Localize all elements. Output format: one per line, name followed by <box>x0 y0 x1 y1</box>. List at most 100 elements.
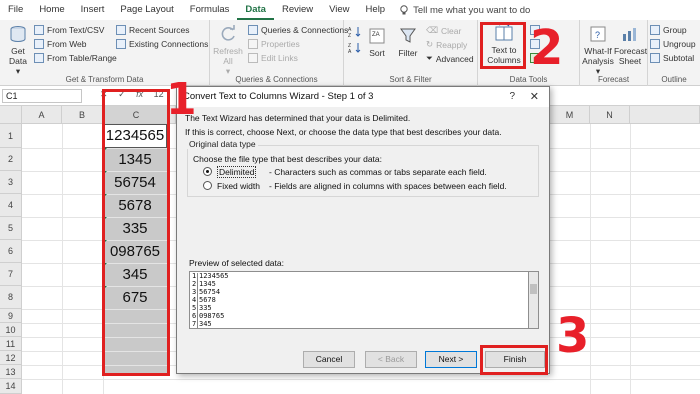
connections-icon <box>116 39 126 49</box>
get-data-button[interactable]: Get Data ▾ <box>4 24 32 76</box>
select-all-corner[interactable] <box>0 106 22 124</box>
original-data-type-label: Original data type <box>187 139 258 149</box>
tab-review[interactable]: Review <box>274 0 321 20</box>
preview-scrollbar[interactable] <box>529 271 539 329</box>
row-header-11[interactable]: 11 <box>0 337 22 351</box>
sort-button[interactable]: ZA Sort <box>366 26 388 58</box>
clear-icon: ⌫ <box>426 25 439 35</box>
filter-button[interactable]: Filter <box>396 26 420 58</box>
fixed-width-label[interactable]: Fixed width <box>217 181 260 191</box>
text-to-columns-wizard-dialog: Convert Text to Columns Wizard - Step 1 … <box>176 86 550 374</box>
group-button[interactable]: Group <box>650 25 687 35</box>
forecast-chart-icon <box>623 28 636 41</box>
column-header-a[interactable]: A <box>22 106 62 124</box>
recent-sources-button[interactable]: Recent Sources <box>116 25 189 35</box>
advanced-button[interactable]: ⏷ Advanced <box>426 53 474 64</box>
tab-home[interactable]: Home <box>31 0 72 20</box>
next-button[interactable]: Next > <box>425 351 477 368</box>
row-header-7[interactable]: 7 <box>0 263 22 286</box>
sort-za-button[interactable]: ZA <box>348 42 362 54</box>
filter-icon <box>400 28 416 43</box>
subtotal-button[interactable]: Subtotal <box>650 53 694 63</box>
from-web-button[interactable]: From Web <box>34 39 87 49</box>
forecast-sheet-button[interactable]: Forecast Sheet <box>614 24 647 66</box>
group-label-data-tools: Data Tools <box>509 75 548 84</box>
edit-links-button[interactable]: Edit Links <box>248 53 298 63</box>
column-header-m[interactable]: M <box>550 106 590 124</box>
data-preview[interactable]: 1 1234565 2 1345 3 56754 4 5678 5 335 6 098765… <box>189 271 529 329</box>
row-header-3[interactable]: 3 <box>0 171 22 194</box>
sort-az-button[interactable]: AZ <box>348 26 362 38</box>
reapply-icon: ↻ <box>426 39 434 49</box>
tab-page-layout[interactable]: Page Layout <box>112 0 181 20</box>
text-file-icon <box>34 25 44 35</box>
menu-bar: File Home Insert Page Layout Formulas Da… <box>0 0 700 20</box>
existing-connections-button[interactable]: Existing Connections <box>116 39 208 49</box>
row-header-2[interactable]: 2 <box>0 148 22 171</box>
clear-button[interactable]: ⌫ Clear <box>426 25 461 36</box>
from-text-csv-button[interactable]: From Text/CSV <box>34 25 104 35</box>
annotation-number-2: 2 <box>530 20 564 76</box>
column-header-n[interactable]: N <box>590 106 630 124</box>
queries-icon <box>248 25 258 35</box>
back-button[interactable]: < Back <box>365 351 417 368</box>
close-icon[interactable]: ✕ <box>530 87 539 107</box>
annotation-box-text-to-columns <box>480 22 526 69</box>
gridline <box>630 124 631 394</box>
group-label-queries: Queries & Connections <box>235 75 318 84</box>
name-box[interactable]: C1 <box>2 89 82 103</box>
web-icon <box>34 39 44 49</box>
sort-za-icon: ZA <box>348 43 361 54</box>
tab-insert[interactable]: Insert <box>73 0 113 20</box>
svg-text:ZA: ZA <box>372 32 380 38</box>
choose-file-type-label: Choose the file type that best describes… <box>193 154 383 164</box>
edit-links-icon <box>248 53 258 63</box>
svg-text:?: ? <box>595 30 600 40</box>
gridline <box>590 124 591 394</box>
refresh-all-button[interactable]: Refresh All ▾ <box>212 24 244 76</box>
from-table-range-button[interactable]: From Table/Range <box>34 53 117 63</box>
preview-row: 7 345 <box>192 320 212 328</box>
gridline <box>22 379 700 380</box>
row-header-13[interactable]: 13 <box>0 365 22 379</box>
tab-help[interactable]: Help <box>358 0 394 20</box>
fixed-width-radio[interactable] <box>203 181 212 190</box>
row-header-5[interactable]: 5 <box>0 217 22 240</box>
reapply-button[interactable]: ↻ Reapply <box>426 39 467 50</box>
queries-connections-button[interactable]: Queries & Connections <box>248 25 348 35</box>
ungroup-button[interactable]: Ungroup <box>650 39 696 49</box>
what-if-analysis-button[interactable]: ? What-If Analysis ▾ <box>582 24 614 76</box>
tab-data[interactable]: Data <box>237 0 274 20</box>
delimited-description: - Characters such as commas or tabs sepa… <box>269 167 487 177</box>
tell-me-box[interactable]: Tell me what you want to do <box>399 5 530 16</box>
column-header-o[interactable] <box>630 106 700 124</box>
delimited-radio[interactable] <box>203 167 212 176</box>
row-header-12[interactable]: 12 <box>0 351 22 365</box>
cancel-button[interactable]: Cancel <box>303 351 355 368</box>
tab-view[interactable]: View <box>321 0 357 20</box>
help-icon[interactable]: ? <box>509 87 515 107</box>
row-header-10[interactable]: 10 <box>0 323 22 337</box>
row-header-14[interactable]: 14 <box>0 379 22 394</box>
delimited-label: Delimited <box>217 166 257 178</box>
group-queries: Refresh All ▾ Queries & Connections Prop… <box>210 20 348 86</box>
refresh-icon <box>221 25 235 41</box>
tab-file[interactable]: File <box>0 0 31 20</box>
wizard-intro-2: If this is correct, choose Next, or choo… <box>185 127 502 137</box>
column-header-b[interactable]: B <box>62 106 103 124</box>
row-header-6[interactable]: 6 <box>0 240 22 263</box>
fixed-width-description: - Fields are aligned in columns with spa… <box>269 181 507 191</box>
annotation-box-finish <box>480 345 548 375</box>
row-header-4[interactable]: 4 <box>0 194 22 217</box>
recent-sources-icon <box>116 25 126 35</box>
annotation-box-column-c <box>102 89 170 376</box>
tell-me-text: Tell me what you want to do <box>413 4 531 16</box>
scrollbar-thumb[interactable] <box>530 284 537 294</box>
row-header-9[interactable]: 9 <box>0 309 22 323</box>
tab-formulas[interactable]: Formulas <box>182 0 238 20</box>
row-header-1[interactable]: 1 <box>0 124 22 148</box>
group-label-forecast: Forecast <box>597 75 630 84</box>
row-header-8[interactable]: 8 <box>0 286 22 309</box>
properties-button[interactable]: Properties <box>248 39 300 49</box>
delimited-option[interactable]: Delimited <box>217 166 257 178</box>
